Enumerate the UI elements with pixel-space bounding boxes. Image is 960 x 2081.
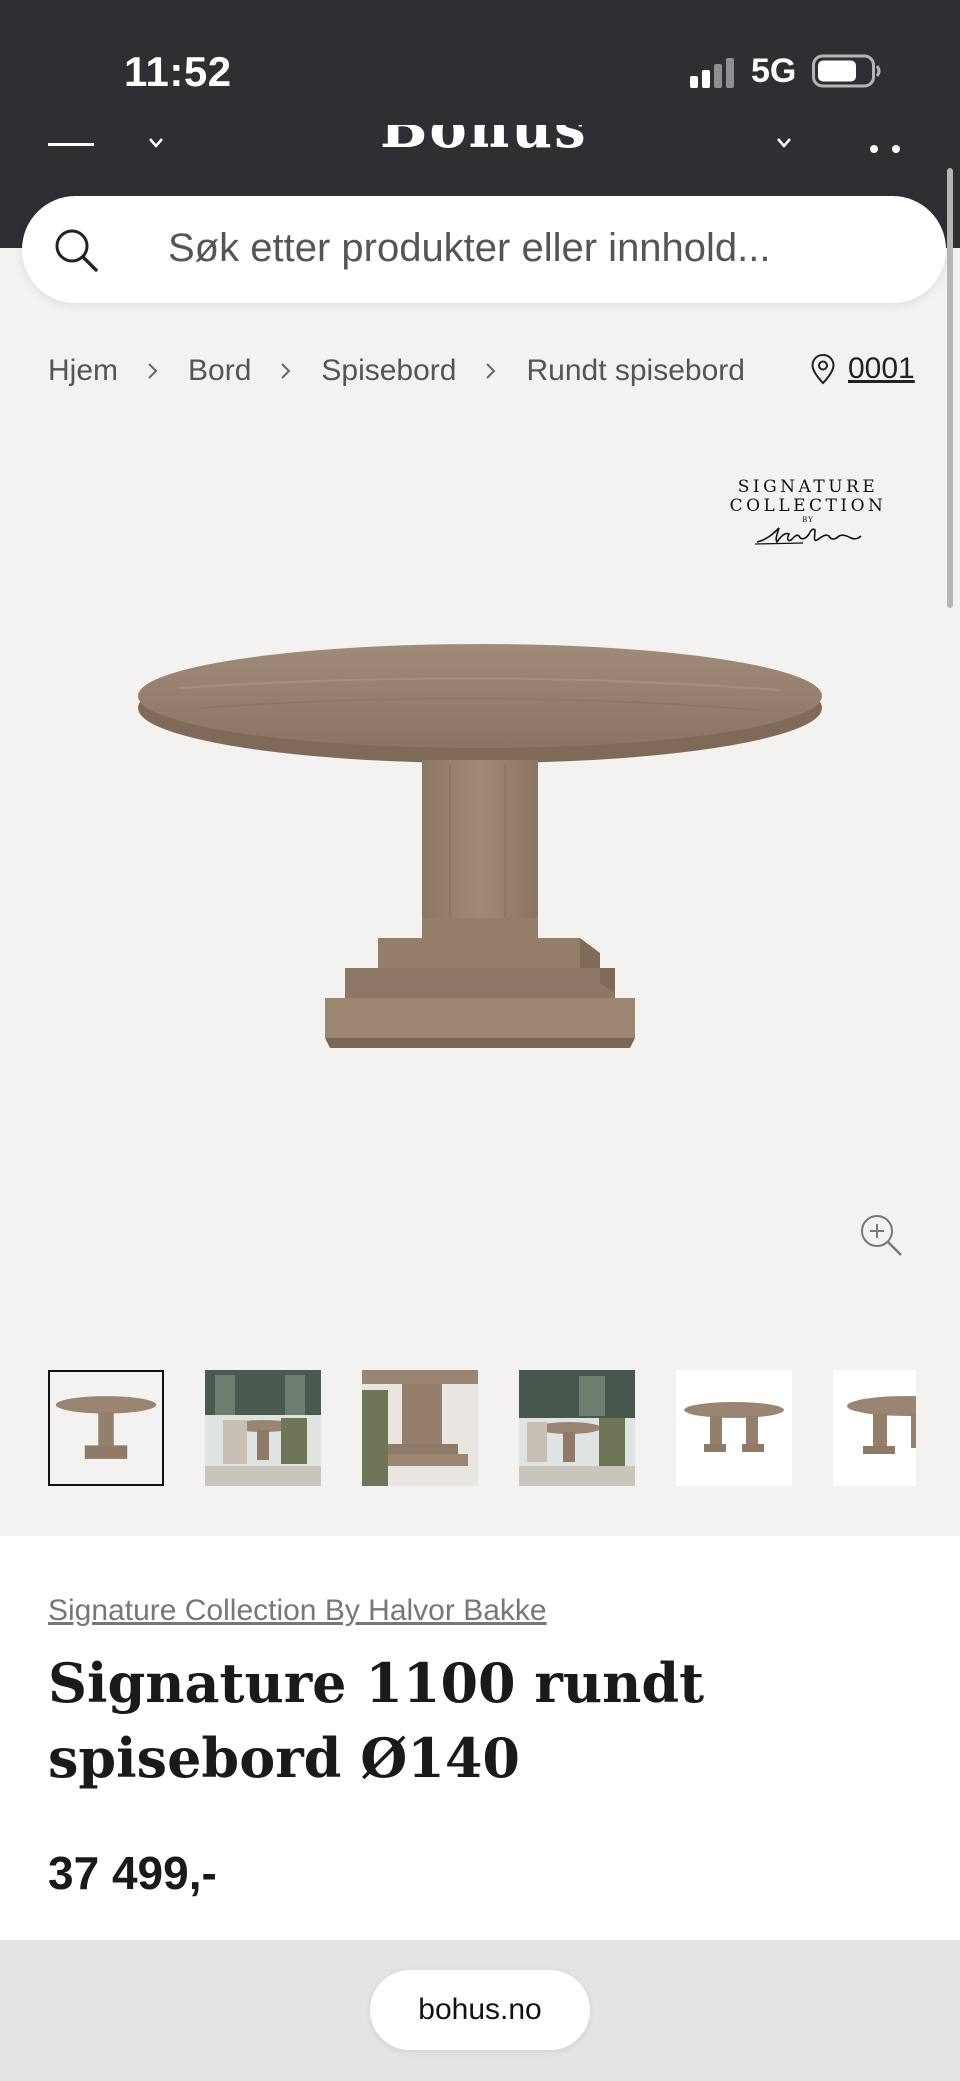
search-bar[interactable]: Søk etter produkter eller innhold... <box>22 196 946 303</box>
signature-handwriting <box>754 527 862 545</box>
product-title: Signature 1100 rundt spisebord Ø140 <box>48 1651 705 1790</box>
logo-line-signature: SIGNATURE <box>737 477 879 497</box>
thumbnail-6[interactable] <box>833 1370 916 1486</box>
thumbnail-5[interactable] <box>676 1370 792 1486</box>
thumbnail-strip <box>48 1370 916 1488</box>
chevron-down-icon[interactable] <box>776 135 792 151</box>
chevron-right-icon <box>486 363 496 379</box>
thumbnail-3[interactable] <box>362 1370 478 1486</box>
product-price: 37 499,- <box>48 1847 217 1899</box>
battery-icon <box>812 54 881 88</box>
product-info: Signature Collection By Halvor Bakke Sig… <box>0 1536 960 1940</box>
breadcrumb-item-home[interactable]: Hjem <box>48 354 118 388</box>
breadcrumb-item-rundt-spisebord[interactable]: Rundt spisebord <box>526 354 744 388</box>
scrollbar[interactable] <box>947 168 953 608</box>
browser-bottom-bar: bohus.no <box>0 1940 960 2081</box>
network-type: 5G <box>751 52 797 90</box>
status-time: 11:52 <box>124 48 232 95</box>
chevron-down-icon[interactable] <box>148 135 164 151</box>
search-icon <box>55 229 98 272</box>
store-selector[interactable]: 0001 <box>810 352 915 386</box>
thumbnail-4[interactable] <box>519 1370 635 1486</box>
signature-collection-logo: SIGNATURE COLLECTION BY <box>718 478 898 548</box>
thumbnail-2[interactable] <box>205 1370 321 1486</box>
site-nav: Bohus <box>0 125 960 165</box>
breadcrumb: Hjem Bord Spisebord Rundt spisebord <box>48 354 745 388</box>
more-icon[interactable] <box>868 143 904 155</box>
url-bar[interactable]: bohus.no <box>370 1970 590 2050</box>
search-input[interactable]: Søk etter produkter eller innhold... <box>168 226 771 271</box>
logo-line-by: BY <box>802 516 814 524</box>
thumbnail-1[interactable] <box>48 1370 164 1486</box>
logo-line-collection: COLLECTION <box>729 496 887 516</box>
location-pin-icon <box>811 353 835 385</box>
chevron-right-icon <box>148 363 158 379</box>
product-main-image[interactable] <box>120 638 840 1168</box>
breadcrumb-item-spisebord[interactable]: Spisebord <box>321 354 456 388</box>
signal-icon <box>690 58 734 88</box>
menu-icon[interactable] <box>48 143 94 146</box>
product-gallery: Hjem Bord Spisebord Rundt spisebord 0001… <box>0 248 960 1536</box>
store-label[interactable]: 0001 <box>848 352 915 386</box>
chevron-right-icon <box>281 363 291 379</box>
zoom-in-icon[interactable] <box>858 1212 904 1258</box>
site-logo[interactable]: Bohus <box>380 125 588 161</box>
breadcrumb-item-bord[interactable]: Bord <box>188 354 251 388</box>
brand-link[interactable]: Signature Collection By Halvor Bakke <box>48 1594 547 1628</box>
